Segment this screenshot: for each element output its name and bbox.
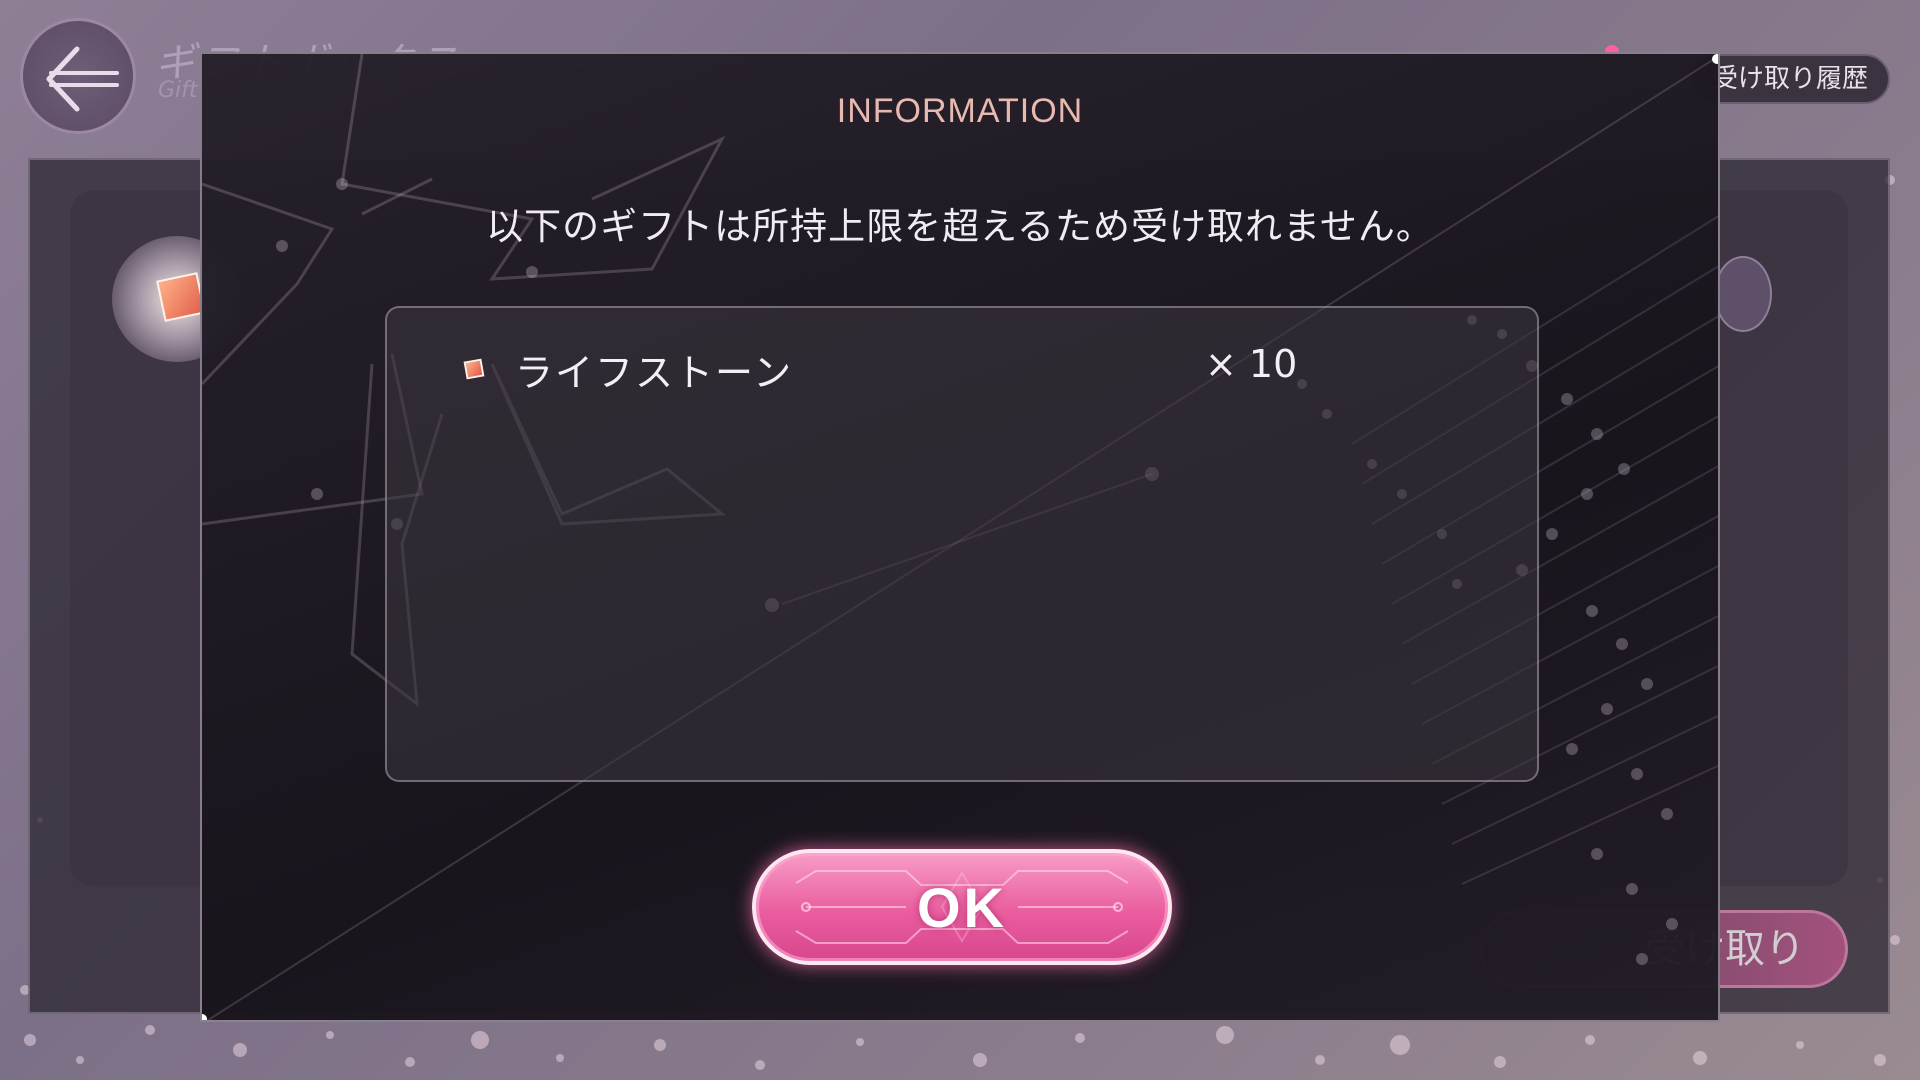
ok-button-label: OK bbox=[917, 876, 1007, 939]
gift-item-action-button[interactable] bbox=[1714, 256, 1772, 332]
dialog-message: 以下のギフトは所持上限を超えるため受け取れません。 bbox=[486, 205, 1434, 248]
item-list: ライフストーン × 10 bbox=[385, 306, 1539, 782]
page-subtitle: Gift bbox=[158, 78, 198, 103]
back-arrow-icon bbox=[46, 46, 119, 112]
list-item: ライフストーン × 10 bbox=[463, 338, 1465, 398]
information-dialog: INFORMATION 以下のギフトは所持上限を超えるため受け取れません。 ライ… bbox=[200, 52, 1720, 1022]
receive-history-button[interactable]: 受け取り履歴 bbox=[1690, 54, 1890, 104]
ok-button[interactable]: OK bbox=[752, 849, 1172, 965]
item-quantity: × 10 bbox=[1205, 342, 1298, 386]
dialog-title: INFORMATION bbox=[836, 92, 1084, 130]
back-button[interactable] bbox=[20, 18, 136, 134]
life-stone-icon bbox=[156, 272, 206, 322]
life-stone-icon bbox=[463, 358, 485, 380]
item-name: ライフストーン bbox=[515, 351, 794, 395]
